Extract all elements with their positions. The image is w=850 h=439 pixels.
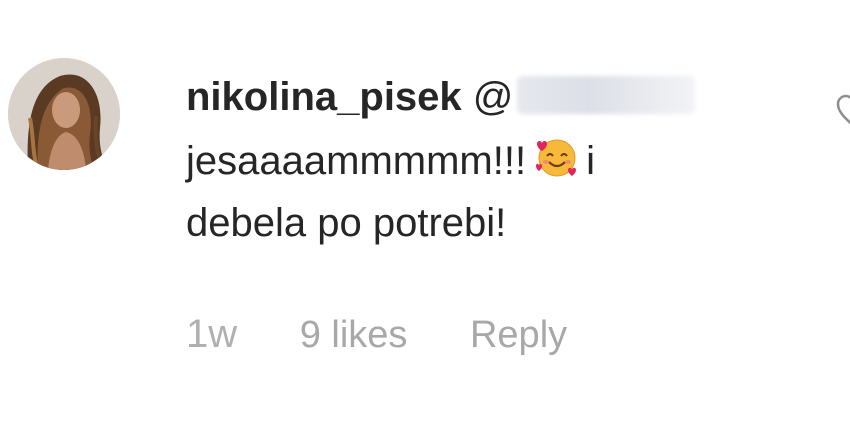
comment-meta: 1w 9 likes Reply (186, 312, 619, 357)
comment-text-start: jesaaaammmmm!!! (186, 139, 527, 183)
comment-header: nikolina_pisek @ (186, 72, 806, 122)
like-heart-icon[interactable] (834, 92, 850, 132)
comment-text: jesaaaammmmm!!! i debela po potrebi! (186, 130, 646, 254)
blurred-mention (517, 76, 696, 115)
mention-prefix: @ (472, 75, 514, 119)
reply-button[interactable]: Reply (470, 314, 567, 356)
likes-count-button[interactable]: 9 likes (300, 314, 408, 356)
comment-time[interactable]: 1w (186, 312, 237, 356)
smiling-face-with-hearts-icon (534, 136, 580, 180)
comment-body: nikolina_pisek @ jesaaaammmmm!!! i debel… (186, 72, 806, 254)
mention-link[interactable]: @ (473, 75, 696, 119)
comment-item: nikolina_pisek @ jesaaaammmmm!!! i debel… (0, 0, 850, 439)
username-link[interactable]: nikolina_pisek (186, 75, 462, 119)
user-avatar[interactable] (8, 58, 120, 170)
